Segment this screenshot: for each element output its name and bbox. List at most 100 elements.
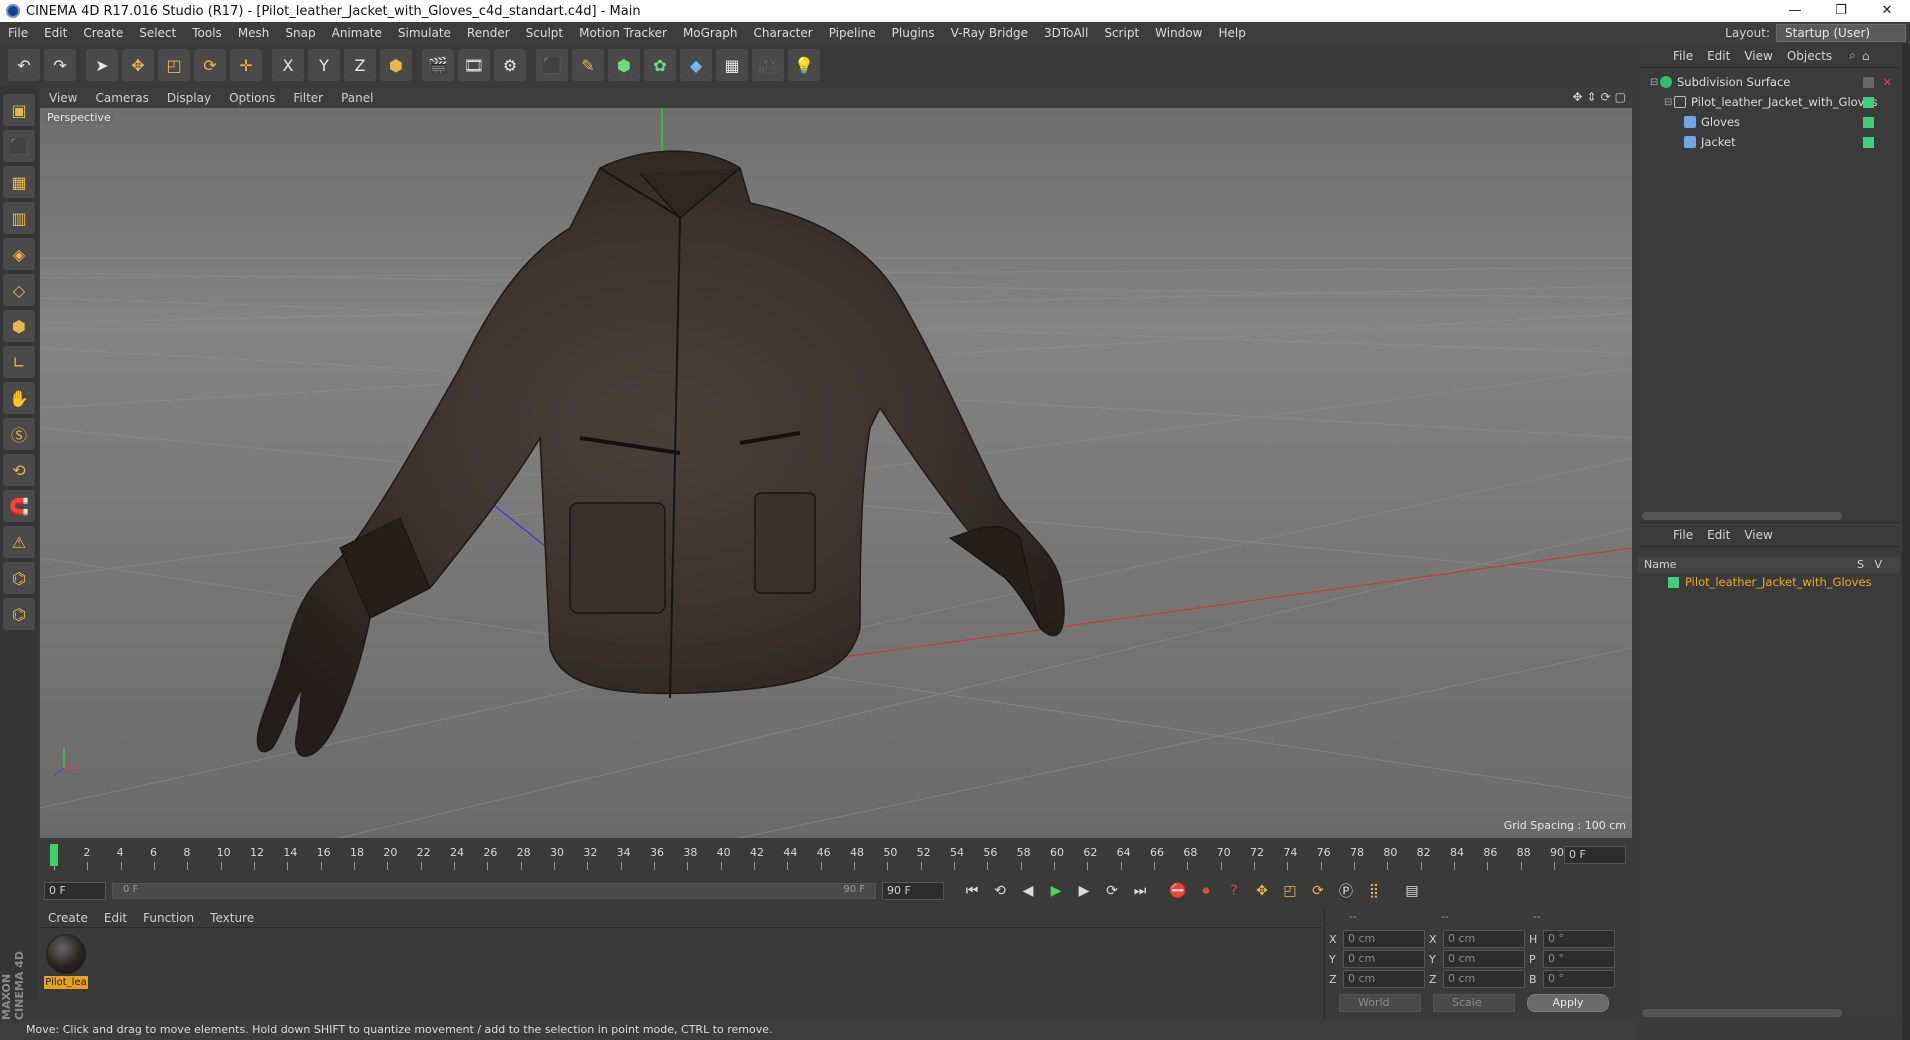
tree-item-pilot-jacket-null[interactable]: ⊟ Pilot_leather_Jacket_with_Gloves [1638, 92, 1900, 112]
model-mode-icon[interactable]: ▣ [3, 94, 35, 126]
menu-pipeline[interactable]: Pipeline [821, 26, 884, 40]
material-menu-function[interactable]: Function [135, 911, 202, 925]
menu-simulate[interactable]: Simulate [390, 26, 459, 40]
visibility-dot[interactable] [1863, 136, 1874, 148]
menu-create[interactable]: Create [75, 26, 131, 40]
pen-spline-icon[interactable]: ✎ [572, 49, 604, 81]
light-icon[interactable]: 💡 [788, 49, 820, 81]
menu-help[interactable]: Help [1210, 26, 1253, 40]
search-icon[interactable]: ⌕ [1849, 48, 1856, 63]
next-frame-icon[interactable]: ▶ [1072, 879, 1096, 903]
menu-file[interactable]: File [0, 26, 36, 40]
visibility-dot[interactable] [1863, 96, 1874, 108]
next-key-icon[interactable]: ⟳ [1100, 879, 1124, 903]
timeline-ruler[interactable]: 0246810121416182022242628303234363840424… [40, 840, 1632, 874]
transform-icon[interactable]: ✛ [230, 49, 262, 81]
viewport-menu-cameras[interactable]: Cameras [86, 91, 157, 105]
menu-plugins[interactable]: Plugins [884, 26, 943, 40]
render-settings-icon[interactable]: ⚙ [494, 49, 526, 81]
previous-key-icon[interactable]: ⟲ [988, 879, 1012, 903]
go-to-start-icon[interactable]: ⏮ [960, 879, 984, 903]
collapse-icon[interactable]: ⊟ [1650, 77, 1660, 88]
object-manager-hscrollbar[interactable] [1642, 512, 1842, 520]
menu-3dtoall[interactable]: 3DToAll [1036, 26, 1096, 40]
lock-workplane-icon[interactable]: ⚠ [3, 526, 35, 558]
menu-window[interactable]: Window [1147, 26, 1210, 40]
size-x-field[interactable]: 0 cm [1443, 930, 1525, 948]
viewport-menu-view[interactable]: View [40, 91, 86, 105]
zoom-view-icon[interactable]: ⇕ [1587, 90, 1597, 104]
apply-button[interactable]: Apply [1527, 994, 1609, 1012]
viewport-menu-filter[interactable]: Filter [284, 91, 332, 105]
viewport-camera-label[interactable]: Perspective [44, 111, 114, 124]
attr-menu-view[interactable]: View [1737, 528, 1779, 542]
key-scale-icon[interactable]: ◰ [1278, 879, 1302, 903]
points-mode-icon[interactable]: ◈ [3, 238, 35, 270]
menu-animate[interactable]: Animate [324, 26, 390, 40]
select-icon[interactable]: ➤ [86, 49, 118, 81]
tree-item-subdivision-surface[interactable]: ⊟ Subdivision Surface ✕ [1638, 72, 1900, 92]
menu-snap[interactable]: Snap [277, 26, 323, 40]
object-menu-edit[interactable]: Edit [1700, 49, 1737, 63]
viewport-menu-panel[interactable]: Panel [332, 91, 382, 105]
position-y-field[interactable]: 0 cm [1343, 950, 1425, 968]
tree-item-gloves[interactable]: Gloves [1638, 112, 1900, 132]
previous-frame-icon[interactable]: ◀ [1016, 879, 1040, 903]
menu-character[interactable]: Character [745, 26, 820, 40]
motion-record-icon[interactable]: ⛔ [1166, 879, 1190, 903]
size-y-field[interactable]: 0 cm [1443, 950, 1525, 968]
rotate-icon[interactable]: ⟳ [194, 49, 226, 81]
z-axis-icon[interactable]: Z [344, 49, 376, 81]
timeline-window-icon[interactable]: ▤ [1400, 879, 1424, 903]
tree-item-jacket[interactable]: Jacket [1638, 132, 1900, 152]
minimize-button[interactable]: — [1772, 0, 1818, 22]
rotate-view-icon[interactable]: ⟳ [1601, 90, 1611, 104]
attr-menu-edit[interactable]: Edit [1700, 528, 1737, 542]
menu-render[interactable]: Render [459, 26, 518, 40]
scale-icon[interactable]: ◰ [158, 49, 190, 81]
x-axis-icon[interactable]: X [272, 49, 304, 81]
menu-script[interactable]: Script [1096, 26, 1147, 40]
menu-mesh[interactable]: Mesh [230, 26, 278, 40]
deformer-icon[interactable]: ◆ [680, 49, 712, 81]
floor-icon[interactable]: ▦ [716, 49, 748, 81]
size-z-field[interactable]: 0 cm [1443, 970, 1525, 988]
visibility-dot[interactable] [1863, 116, 1874, 128]
position-x-field[interactable]: 0 cm [1343, 930, 1425, 948]
go-to-end-icon[interactable]: ⏭ [1128, 879, 1152, 903]
menu-motion-tracker[interactable]: Motion Tracker [571, 26, 675, 40]
rotation-b-field[interactable]: 0 ° [1543, 970, 1615, 988]
menu-select[interactable]: Select [131, 26, 184, 40]
key-rotation-icon[interactable]: ⟳ [1306, 879, 1330, 903]
record-active-icon[interactable]: ⏺ [1194, 879, 1218, 903]
visibility-dot[interactable] [1863, 76, 1874, 88]
y-axis-icon[interactable]: Y [308, 49, 340, 81]
attribute-manager-hscrollbar[interactable] [1642, 1009, 1842, 1017]
toggle-view-icon[interactable]: ▢ [1615, 90, 1626, 104]
solo-icon[interactable]: Ⓢ [3, 418, 35, 450]
perspective-viewport[interactable]: Perspective Grid Spacing : 100 cm [40, 108, 1632, 838]
render-picture-viewer-icon[interactable]: 🎞 [458, 49, 490, 81]
playhead[interactable] [50, 844, 58, 866]
coord-mode-dropdown[interactable]: Scale [1433, 994, 1515, 1012]
object-menu-view[interactable]: View [1737, 49, 1779, 63]
python-icon[interactable]: ⌬ [3, 562, 35, 594]
material-thumbnail[interactable]: Pilot_lea [44, 932, 88, 989]
tweak-mode-icon[interactable]: ✋ [3, 382, 35, 414]
layout-dropdown[interactable]: Startup (User) [1776, 24, 1906, 42]
undo-icon[interactable]: ↶ [8, 49, 40, 81]
magnet-icon[interactable]: 🧲 [3, 490, 35, 522]
autokey-icon[interactable]: ? [1222, 879, 1246, 903]
python-alt-icon[interactable]: ⌬ [3, 598, 35, 630]
material-menu-edit[interactable]: Edit [96, 911, 135, 925]
move-icon[interactable]: ✥ [122, 49, 154, 81]
object-menu-file[interactable]: File [1666, 49, 1700, 63]
key-point-level-icon[interactable]: ⣿ [1362, 879, 1386, 903]
material-menu-texture[interactable]: Texture [202, 911, 262, 925]
material-menu-create[interactable]: Create [40, 911, 96, 925]
attr-menu-file[interactable]: File [1666, 528, 1700, 542]
coordinate-system-icon[interactable]: ⬢ [380, 49, 412, 81]
right-panel-tabs[interactable] [1902, 44, 1910, 1040]
key-parameter-icon[interactable]: Ⓟ [1334, 879, 1358, 903]
camera-icon[interactable]: 🎥 [752, 49, 784, 81]
